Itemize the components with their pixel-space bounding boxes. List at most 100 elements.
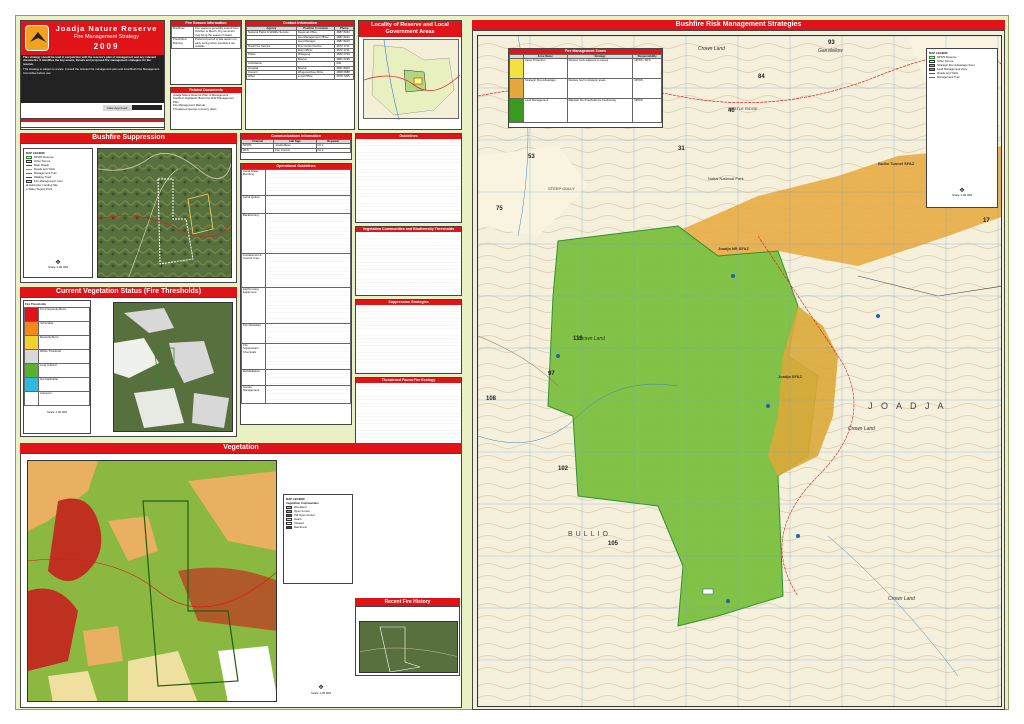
threshold-swatch — [24, 335, 39, 350]
operational-row-text — [265, 287, 351, 324]
reserve-title: Joadja Nature Reserve — [55, 24, 158, 33]
suppression-strategies-panel: Suppression Strategies — [355, 299, 462, 374]
contact-agency: Other — [246, 74, 297, 80]
recent-fire-panel — [355, 606, 460, 676]
zone-strategy: Maintain fire thresholds for biodiversit… — [566, 98, 634, 124]
contacts-table: Agency Position / Location Phone Nationa… — [246, 25, 354, 80]
veg-legend-item: Rainforest — [286, 525, 350, 529]
operational-row-text — [265, 169, 351, 196]
locality-panel: Locality of Reserve and Local Government… — [358, 20, 462, 130]
operational-table: Aerial Water Bombing Aerial Ignition Bac… — [241, 169, 351, 404]
guidelines-panel: Guidelines — [355, 133, 462, 223]
intro-text: This strategy should be read in conjunct… — [21, 55, 164, 68]
year: 2009 — [93, 42, 120, 51]
comms-panel: Communications Information Channel Call S… — [240, 133, 352, 160]
label-nattai-np: Nattai National Park — [708, 176, 744, 181]
operational-row-text — [265, 323, 351, 344]
fire-season-text: Fire seasons generally extend from Octob… — [193, 25, 241, 39]
fire-season-panel: Fire Season Information Bushfires Fire se… — [170, 20, 242, 85]
veg-scale: ✥ Scale 1:30 000 — [291, 684, 351, 695]
label-joadja: J O A D J A — [868, 401, 947, 411]
zone-responsibility: NPWS / RFS — [632, 58, 662, 80]
threshold-label: Too Frequently Burnt — [38, 307, 90, 322]
strategy-title: Fire Management Strategy — [73, 34, 140, 40]
zone-swatch — [509, 58, 524, 80]
parcel-number: 116 — [573, 336, 583, 342]
thresholds-scale: Scale 1:30 000 — [46, 410, 67, 414]
parcel-number: 17 — [983, 218, 990, 224]
title-block: Joadja Nature Reserve Fire Management St… — [20, 20, 165, 130]
label-crown-land: Crown Land — [698, 46, 725, 52]
vegetation-map — [27, 460, 277, 702]
risk-scale-text: Scale 1:30 000 — [951, 193, 972, 197]
zone-name: Asset Protection — [523, 58, 568, 80]
operational-row-text — [265, 195, 351, 214]
operational-row-text — [265, 385, 351, 404]
recent-fire-title: Recent Fire History — [355, 598, 460, 606]
veg-thresholds-body — [356, 232, 461, 295]
parcel-number: 53 — [528, 154, 535, 160]
operational-row-label: Fire Suppression Chemicals — [241, 343, 266, 370]
fire-thresholds-title: Current Vegetation Status (Fire Threshol… — [20, 287, 237, 297]
comms-cell: Ch 2 — [315, 147, 351, 154]
zone-swatch — [509, 78, 524, 100]
parcel-number: 93 — [828, 40, 835, 46]
vegetation-title: Vegetation — [20, 443, 462, 453]
parcel-number: 40 — [728, 108, 735, 114]
zone-strategy: Reduce fuel in strategic areas — [566, 78, 634, 100]
veg-thresholds-panel: Vegetation Communities and Biodiversity … — [355, 226, 462, 296]
parcel-number: 31 — [678, 146, 685, 152]
operational-row-label: Rehabilitation — [241, 369, 266, 386]
suppression-strategies-body — [356, 305, 461, 373]
suppression-legend: MAP LEGEND NPWS Reserve Other Tenure Mai… — [23, 148, 93, 278]
zones-table-panel: Fire Management Zones Zone Name Strategy… — [508, 48, 663, 128]
fire-season-label: Bushfires — [171, 25, 194, 39]
threshold-label: Recently Burnt — [38, 335, 90, 350]
thresholds-map — [113, 302, 233, 432]
bushfire-suppression-panel: MAP LEGEND NPWS Reserve Other Tenure Mai… — [20, 143, 237, 283]
label-joadja-nr-sfaz: Joadja NR SFAZ — [718, 246, 749, 251]
key-box — [20, 118, 165, 128]
veg-thresholds-title: Vegetation Communities and Biodiversity … — [356, 227, 461, 232]
comms-table: Channel Call Sign Repeater NPWS Joadja Base… — [241, 138, 351, 154]
approval-row: Date Approved: — [21, 103, 164, 113]
related-docs-panel: Related Documents Joadja Nature Reserve … — [170, 87, 242, 130]
label-steep-gully: STEEP GULLY — [548, 186, 575, 191]
scale-text: Scale 1:30 000 — [47, 265, 68, 269]
key-header — [21, 119, 164, 122]
contacts-panel: Contact Information Agency Position / Lo… — [245, 20, 355, 130]
label-crown-land: Crown Land — [888, 596, 915, 602]
operational-row-label: Earthmoving Equipment — [241, 287, 266, 324]
risk-scale: ✥ Scale 1:30 000 — [929, 188, 995, 197]
threshold-label: Within Threshold — [38, 349, 90, 364]
zone-responsibility: NPWS — [632, 78, 662, 100]
notes-text: This strategy is subject to review. Cons… — [21, 67, 164, 104]
operational-row-text — [265, 369, 351, 386]
parcel-number: 84 — [758, 74, 765, 80]
operational-row-label: Aerial Water Bombing — [241, 169, 266, 196]
parcel-number: 105 — [608, 541, 619, 547]
threshold-label: Vulnerable — [38, 321, 90, 336]
operational-row-label: Containment & Control Lines — [241, 253, 266, 288]
guidelines-body — [356, 139, 461, 222]
fire-season-text: Preferred period is late autumn to early… — [193, 37, 241, 50]
operational-row-label: Backburning — [241, 213, 266, 254]
bushfire-suppression-title: Bushfire Suppression — [20, 133, 237, 143]
zone-name: Strategic Fire Advantage — [523, 78, 568, 100]
zones-table: Zone Name Strategy Responsibility Asset … — [509, 53, 662, 124]
title-banner: Joadja Nature Reserve Fire Management St… — [21, 21, 164, 55]
legend-item: ● Water Supply Point — [26, 187, 53, 191]
zone-name: Land Management — [523, 98, 568, 124]
thresholds-legend: Fire Thresholds Too Frequently Burnt Vul… — [23, 300, 91, 434]
threshold-swatch — [24, 307, 39, 322]
suppression-map — [97, 148, 232, 278]
scale-bar: ✥ Scale 1:30 000 — [26, 260, 90, 269]
zone-responsibility: NPWS — [632, 98, 662, 124]
risk-strategies-panel: Crown Land Crown Land Crown Land Crown L… — [472, 30, 1005, 710]
north-arrow-icon: ✥ — [318, 685, 324, 691]
threshold-swatch — [24, 363, 39, 378]
threshold-label: Long Unburnt — [38, 363, 90, 378]
fire-season-table: Bushfires Fire seasons generally extend f… — [171, 25, 241, 50]
fire-thresholds-panel: Fire Thresholds Too Frequently Burnt Vul… — [20, 297, 237, 437]
locality-map — [363, 39, 461, 121]
